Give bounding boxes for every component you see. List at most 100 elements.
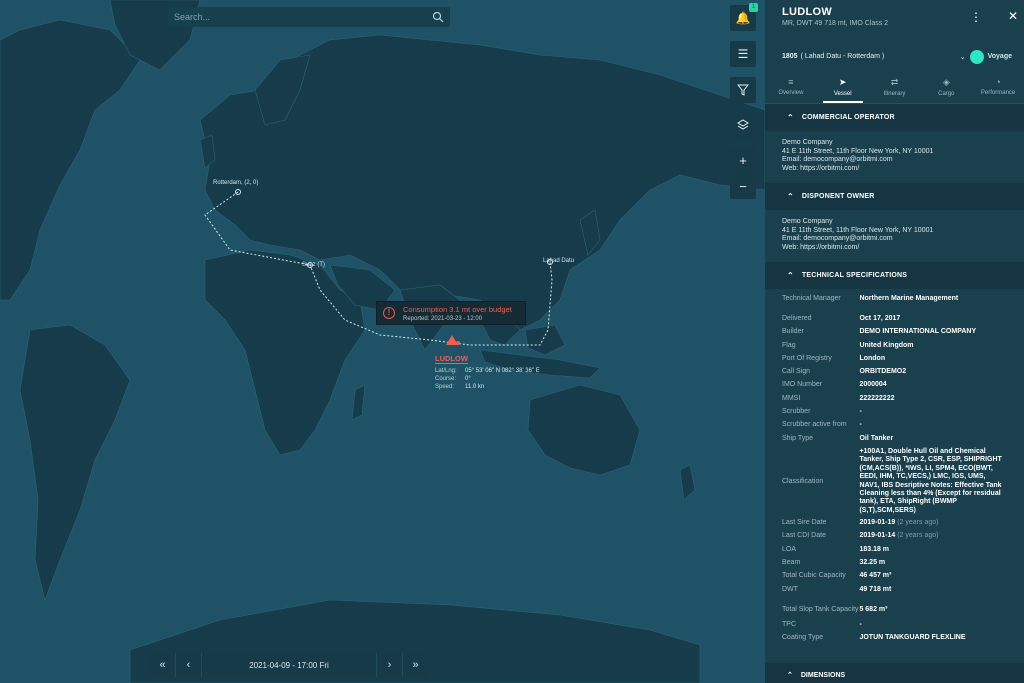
timeline-date[interactable]: 2021-04-09 - 17:00 Fri <box>202 661 376 670</box>
gauge-icon: ◔ <box>995 77 1001 87</box>
spec-key: Coating Type <box>782 634 824 642</box>
spec-key: Last CDI Date <box>782 532 826 540</box>
world-map-canvas[interactable] <box>0 0 765 683</box>
voyage-route: ( Lahad Datu - Rotterdam ) <box>800 53 885 60</box>
chevron-right-icon: › <box>387 659 392 671</box>
layers-button[interactable] <box>730 112 756 138</box>
plus-icon: + <box>739 152 747 168</box>
operator-name: Demo Company <box>782 139 833 146</box>
spec-row-classification: Classification +100A1, Double Hull Oil an… <box>782 448 1007 515</box>
chevron-up-icon: ⌃ <box>787 672 793 679</box>
spec-key: TPC <box>782 620 796 628</box>
spec-key: IMO Number <box>782 381 823 389</box>
vessel-info-card: Lat/Lng: 05° 53' 06" N 082° 38' 36" E Cou… <box>435 367 540 391</box>
spec-value: 183.18 m <box>859 545 890 553</box>
latlng-label: Lat/Lng: <box>435 368 457 374</box>
owner-email[interactable]: Email: democompany@orbitmi.com <box>782 235 1007 244</box>
port-label-lahad-datu[interactable]: Lahad Datu <box>543 258 574 264</box>
close-icon[interactable]: ✕ <box>1008 9 1018 23</box>
spec-value: 5 682 m³ <box>859 605 888 613</box>
consumption-alert[interactable]: ! Consumption 3.1 mt over budget Reporte… <box>376 301 526 325</box>
more-options-icon[interactable]: ⋮ <box>970 10 982 24</box>
voyage-toggle[interactable]: Voyage <box>969 49 1012 64</box>
spec-key: MMSI <box>782 394 801 402</box>
panel-header: LUDLOW MR, DWT 49 718 mt, IMO Class 2 ⋮ … <box>765 0 1024 43</box>
tab-vessel[interactable]: ➤ Vessel <box>817 70 869 103</box>
spec-value: London <box>859 354 886 362</box>
spec-value: 49 718 mt <box>859 585 892 593</box>
spec-row: MMSI 222222222 <box>782 395 1007 408</box>
filter-button[interactable] <box>730 77 756 103</box>
spec-row: LOA 183.18 m <box>782 546 1007 559</box>
tab-label: Itinerary <box>883 90 906 97</box>
list-icon: ☰ <box>737 47 749 61</box>
spec-row: Port Of Registry London <box>782 355 1007 368</box>
zoom-in-button[interactable]: + <box>730 147 756 173</box>
tab-overview[interactable]: ≡ Overview <box>765 70 817 103</box>
spec-row: DWT 49 718 mt <box>782 586 1007 599</box>
panel-tabs: ≡ Overview ➤ Vessel ⇄ Itinerary ◈ Cargo ◔ Per… <box>765 70 1024 104</box>
spec-row: Scrubber - <box>782 408 1007 421</box>
overview-icon: ≡ <box>788 77 794 87</box>
spec-key: Total Slop Tank Capacity <box>782 605 859 613</box>
section-heading: TECHNICAL SPECIFICATIONS <box>801 271 908 279</box>
spec-row: IMO Number 2000004 <box>782 381 1007 394</box>
jump-back-button[interactable]: « <box>150 653 176 677</box>
spec-value: 32.25 m <box>859 559 886 567</box>
port-label-suez[interactable]: Suez (T) <box>302 262 325 268</box>
section-disponent-owner[interactable]: ⌃ DISPONENT OWNER <box>765 182 1024 210</box>
spec-key: Total Cubic Capacity <box>782 572 846 580</box>
zoom-out-button[interactable]: − <box>730 173 756 199</box>
spec-value: - <box>859 408 862 415</box>
technical-specs-body: Technical Manager Northern Marine Managem… <box>765 289 1024 648</box>
spec-value: - <box>859 620 862 628</box>
south-america-landmass <box>19 324 131 602</box>
operator-email[interactable]: Email: democompany@orbitmi.com <box>782 156 1007 165</box>
spec-key: Technical Manager <box>782 294 841 302</box>
north-america-landmass <box>0 19 141 301</box>
spec-key: Scrubber <box>782 408 811 415</box>
spec-value: United Kingdom <box>859 341 914 349</box>
section-heading: COMMERCIAL OPERATOR <box>801 114 895 121</box>
spec-value: - <box>859 421 862 429</box>
search-bar[interactable] <box>168 7 450 27</box>
tab-label: Overview <box>778 90 804 96</box>
world-map[interactable]: 🔔 1 ☰ + − Rotterdam, (2, 0) Suez (T) Lah… <box>0 0 765 683</box>
section-dimensions[interactable]: ⌃ DIMENSIONS <box>765 663 1024 683</box>
disponent-owner-body: Demo Company 41 E 11th Street, 11th Floo… <box>765 210 1024 262</box>
tab-itinerary[interactable]: ⇄ Itinerary <box>869 70 921 103</box>
tab-cargo[interactable]: ◈ Cargo <box>920 70 972 103</box>
step-back-button[interactable]: ‹ <box>176 653 202 677</box>
list-button[interactable]: ☰ <box>730 41 756 67</box>
notifications-button[interactable]: 🔔 1 <box>730 3 758 31</box>
search-input[interactable] <box>174 12 432 22</box>
vessel-map-label[interactable]: LUDLOW <box>435 354 468 364</box>
spec-key: DWT <box>782 585 798 593</box>
section-commercial-operator[interactable]: ⌃ COMMERCIAL OPERATOR <box>765 104 1024 131</box>
search-icon[interactable] <box>432 11 444 23</box>
spec-value: 2019-01-14 <box>859 532 896 540</box>
jump-forward-button[interactable]: » <box>402 653 428 677</box>
operator-web[interactable]: Web: https://orbitmi.com/ <box>782 165 1007 174</box>
port-label-rotterdam[interactable]: Rotterdam, (2, 0) <box>213 180 258 186</box>
layers-icon <box>737 119 749 130</box>
spec-value: JOTUN TANKGUARD FLEXLINE <box>859 634 966 642</box>
owner-web[interactable]: Web: https://orbitmi.com/ <box>782 244 1007 253</box>
step-forward-button[interactable]: › <box>376 653 402 677</box>
borneo-landmass <box>524 324 566 356</box>
double-chevron-right-icon: » <box>412 659 419 671</box>
spec-key: Delivered <box>782 314 812 322</box>
spec-key: Call Sign <box>782 368 811 376</box>
alert-reported: Reported: 2021-03-23 - 12:00 <box>403 315 483 322</box>
spec-key: Flag <box>782 341 796 349</box>
tab-performance[interactable]: ◔ Performance <box>972 70 1024 103</box>
section-technical-specifications[interactable]: ⌃ TECHNICAL SPECIFICATIONS <box>765 261 1024 289</box>
spec-row: Technical Manager Northern Marine Managem… <box>782 295 1007 308</box>
navigation-arrow-icon: ➤ <box>838 76 847 87</box>
spec-age: (2 years ago) <box>897 519 939 527</box>
spec-value: DEMO INTERNATIONAL COMPANY <box>859 328 977 336</box>
latlng-value: 05° 53' 06" N 082° 38' 36" E <box>465 368 540 374</box>
filter-icon <box>737 84 749 96</box>
spec-value: Oct 17, 2017 <box>859 314 901 322</box>
voyage-select[interactable]: 1805( Lahad Datu - Rotterdam ) ⌄ <box>782 53 966 61</box>
